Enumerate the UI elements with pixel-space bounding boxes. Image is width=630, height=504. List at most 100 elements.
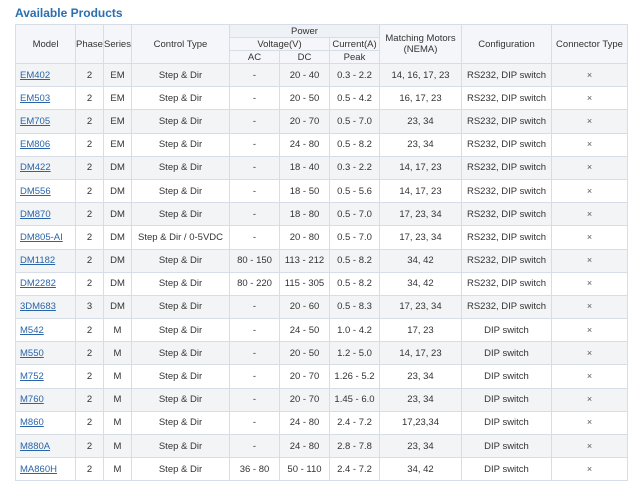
model-link[interactable]: DM2282 [20, 278, 56, 289]
connector-type-cell: × [551, 433, 628, 459]
voltage-ac-cell: - [229, 341, 280, 366]
model-link[interactable]: M550 [20, 348, 44, 359]
model-link[interactable]: DM422 [20, 162, 51, 173]
series-cell: M [103, 364, 132, 389]
voltage-ac-cell: - [229, 364, 280, 389]
table-row: DM805-AI 2 DM Step & Dir / 0-5VDC -20 - 80 0.… [15, 225, 628, 250]
current-peak-cell: 1.45 - 6.0 [329, 387, 380, 412]
connector-type-cell: × [551, 178, 628, 204]
table-row: M542 2 M Step & Dir -24 - 50 1.0 - 4.2 17, 23 D… [15, 318, 628, 343]
configuration-cell: RS232, DIP switch [461, 248, 552, 273]
series-cell: DM [103, 248, 132, 273]
section-heading: Available Products [15, 6, 123, 20]
table-row: DM2282 2 DM Step & Dir 80 - 220 115 - 305 0.5 … [15, 271, 628, 296]
configuration-cell: RS232, DIP switch [461, 225, 552, 250]
matching-motors-cell: 34, 42 [379, 248, 462, 273]
model-cell: M860 [15, 410, 76, 436]
table-row: EM402 2 EM Step & Dir -20 - 40 0.3 - 2.2 14, 1… [15, 62, 628, 88]
header-configuration: Configuration [461, 24, 552, 64]
x-mark-icon: × [586, 162, 593, 173]
voltage-ac-cell: 36 - 80 [229, 457, 280, 482]
voltage-dc-cell: 18 - 50 [279, 178, 330, 204]
phase-cell: 2 [75, 202, 104, 227]
series-cell: DM [103, 225, 132, 250]
model-cell: M550 [15, 341, 76, 366]
x-mark-icon: × [586, 440, 593, 451]
voltage-ac-cell: - [229, 433, 280, 459]
model-cell: DM805-AI [15, 225, 76, 250]
matching-motors-cell: 23, 34 [379, 433, 462, 459]
configuration-cell: DIP switch [461, 433, 552, 459]
matching-motors-cell: 14, 17, 23 [379, 178, 462, 204]
control-type-cell: Step & Dir [131, 202, 230, 227]
control-type-cell: Step & Dir [131, 387, 230, 412]
model-link[interactable]: EM705 [20, 116, 50, 127]
phase-cell: 2 [75, 62, 104, 88]
phase-cell: 2 [75, 109, 104, 134]
control-type-cell: Step & Dir [131, 132, 230, 157]
voltage-dc-cell: 24 - 80 [279, 433, 330, 459]
header-model: Model [15, 24, 76, 64]
x-mark-icon: × [586, 69, 593, 80]
phase-cell: 2 [75, 225, 104, 250]
model-link[interactable]: DM556 [20, 186, 51, 197]
series-cell: EM [103, 86, 132, 111]
current-peak-cell: 0.5 - 4.2 [329, 86, 380, 111]
table-row: DM1182 2 DM Step & Dir 80 - 150 113 - 212 0.5 … [15, 248, 628, 273]
model-link[interactable]: M752 [20, 371, 44, 382]
configuration-cell: RS232, DIP switch [461, 202, 552, 227]
configuration-cell: DIP switch [461, 457, 552, 482]
model-link[interactable]: MA860H [20, 464, 57, 475]
series-cell: EM [103, 132, 132, 157]
model-link[interactable]: EM806 [20, 139, 50, 150]
model-link[interactable]: EM402 [20, 70, 50, 81]
voltage-dc-cell: 20 - 60 [279, 294, 330, 320]
voltage-ac-cell: - [229, 318, 280, 343]
phase-cell: 3 [75, 294, 104, 320]
series-cell: M [103, 387, 132, 412]
configuration-cell: RS232, DIP switch [461, 109, 552, 134]
model-cell: DM556 [15, 178, 76, 204]
connector-type-cell: × [551, 62, 628, 88]
model-link[interactable]: EM503 [20, 93, 50, 104]
model-link[interactable]: M542 [20, 325, 44, 336]
x-mark-icon: × [586, 324, 593, 335]
matching-motors-cell: 14, 17, 23 [379, 155, 462, 180]
phase-cell: 2 [75, 433, 104, 459]
model-link[interactable]: M760 [20, 394, 44, 405]
model-link[interactable]: 3DM683 [20, 301, 56, 312]
matching-motors-cell: 23, 34 [379, 364, 462, 389]
connector-type-cell: × [551, 457, 628, 482]
current-peak-cell: 0.5 - 8.2 [329, 132, 380, 157]
series-cell: DM [103, 155, 132, 180]
connector-type-cell: × [551, 109, 628, 134]
header-current: Current(A) [329, 37, 380, 51]
model-link[interactable]: DM1182 [20, 255, 55, 266]
current-peak-cell: 0.5 - 8.3 [329, 294, 380, 320]
phase-cell: 2 [75, 155, 104, 180]
configuration-cell: RS232, DIP switch [461, 86, 552, 111]
model-link[interactable]: DM870 [20, 209, 51, 220]
model-link[interactable]: DM805-AI [20, 232, 63, 243]
control-type-cell: Step & Dir [131, 433, 230, 459]
phase-cell: 2 [75, 132, 104, 157]
current-peak-cell: 0.3 - 2.2 [329, 155, 380, 180]
series-cell: DM [103, 202, 132, 227]
control-type-cell: Step & Dir [131, 294, 230, 320]
header-peak: Peak [329, 50, 380, 64]
matching-motors-cell: 14, 16, 17, 23 [379, 62, 462, 88]
model-link[interactable]: M860 [20, 417, 44, 428]
series-cell: M [103, 433, 132, 459]
header-voltage: Voltage(V) [229, 37, 330, 51]
voltage-dc-cell: 24 - 80 [279, 132, 330, 157]
configuration-cell: DIP switch [461, 387, 552, 412]
current-peak-cell: 2.4 - 7.2 [329, 457, 380, 482]
voltage-dc-cell: 20 - 50 [279, 86, 330, 111]
x-mark-icon: × [586, 255, 593, 266]
matching-motors-cell: 34, 42 [379, 271, 462, 296]
model-cell: DM1182 [15, 248, 76, 273]
header-ac: AC [229, 50, 280, 64]
phase-cell: 2 [75, 387, 104, 412]
model-link[interactable]: M880A [20, 441, 50, 452]
control-type-cell: Step & Dir [131, 364, 230, 389]
